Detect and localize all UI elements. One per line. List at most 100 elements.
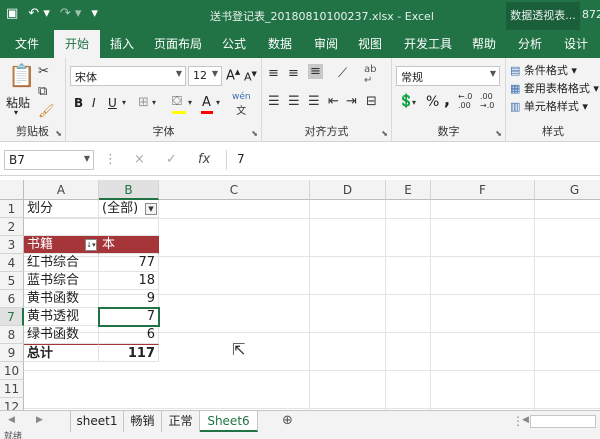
pivot-filter-label[interactable]: 划分 <box>24 200 99 218</box>
pivot-item-value[interactable]: 9 <box>99 290 159 308</box>
format-as-table-button[interactable]: ▦ 套用表格格式 ▾ <box>510 80 599 96</box>
percent-button[interactable]: % <box>426 94 439 110</box>
row-header-11[interactable]: 11 <box>0 380 24 398</box>
copy-icon[interactable]: ⧉ <box>38 84 47 99</box>
phonetic-button[interactable]: wén 文 <box>232 92 251 117</box>
font-size-combo[interactable]: 12 ▼ <box>188 66 222 86</box>
row-header-5[interactable]: 5 <box>0 272 24 290</box>
column-header-a[interactable]: A <box>24 180 99 200</box>
cancel-icon[interactable]: × <box>134 152 145 167</box>
underline-dropdown-icon[interactable]: ▾ <box>122 98 126 107</box>
select-all-corner[interactable] <box>0 180 24 200</box>
tab-developer[interactable]: 开发工具 <box>396 30 460 58</box>
alignment-launcher-icon[interactable]: ⬊ <box>381 129 388 138</box>
font-color-dropdown-icon[interactable]: ▾ <box>216 98 220 107</box>
column-header-d[interactable]: D <box>310 180 386 200</box>
tab-file[interactable]: 文件 <box>2 30 52 58</box>
redo-icon[interactable]: ↷ ▾ <box>60 6 82 21</box>
align-top-icon[interactable]: ≡ <box>268 66 279 81</box>
underline-button[interactable]: U <box>108 96 117 110</box>
customize-qat-icon[interactable]: ▾ <box>91 6 98 21</box>
tab-design[interactable]: 设计 <box>556 30 596 58</box>
fill-dropdown-icon[interactable]: ▾ <box>188 98 192 107</box>
pivot-item-value[interactable]: 18 <box>99 272 159 290</box>
italic-button[interactable]: I <box>92 96 96 110</box>
decrease-indent-icon[interactable]: ⇤ <box>328 94 339 109</box>
pivot-total-label[interactable]: 总计 <box>24 344 99 362</box>
cell-styles-button[interactable]: ▥ 单元格样式 ▾ <box>510 98 588 114</box>
pivot-item-label[interactable]: 绿书函数 <box>24 326 99 344</box>
paste-dropdown-icon[interactable]: ▾ <box>14 108 18 117</box>
column-header-e[interactable]: E <box>386 180 431 200</box>
sheet-tab-sheet6[interactable]: Sheet6 <box>200 411 258 432</box>
border-dropdown-icon[interactable]: ▾ <box>152 98 156 107</box>
scroll-left-icon[interactable]: ◀ <box>8 415 15 425</box>
column-c-area[interactable] <box>159 200 310 410</box>
number-launcher-icon[interactable]: ⬊ <box>495 129 502 138</box>
font-color-button[interactable]: A <box>202 95 211 110</box>
name-box[interactable]: B7 ▼ <box>4 150 94 170</box>
row-header-7[interactable]: 7 <box>0 308 24 326</box>
font-launcher-icon[interactable]: ⬊ <box>251 129 258 138</box>
align-bottom-icon[interactable]: ≡ <box>308 64 323 79</box>
tab-data[interactable]: 数据 <box>260 30 300 58</box>
context-tab-pivot[interactable]: 数据透视表... <box>506 2 580 30</box>
tab-analyze[interactable]: 分析 <box>508 30 552 58</box>
add-sheet-icon[interactable]: ⊕ <box>282 413 293 428</box>
tab-home[interactable]: 开始 <box>54 30 100 59</box>
format-painter-icon[interactable]: 🖌 <box>38 104 55 119</box>
row-header-6[interactable]: 6 <box>0 290 24 308</box>
pivot-item-value[interactable]: 6 <box>99 326 159 344</box>
hscroll-left-icon[interactable]: ◀ <box>522 415 529 425</box>
wrap-text-icon[interactable]: ab ↵ <box>364 64 376 86</box>
pivot-item-label[interactable]: 黄书函数 <box>24 290 99 308</box>
align-right-icon[interactable]: ☰ <box>308 94 320 109</box>
row-label-filter-icon[interactable]: ↓▾ <box>85 239 97 251</box>
increase-decimal-icon[interactable]: ←.0.00 <box>458 92 472 110</box>
row-header-1[interactable]: 1 <box>0 200 24 218</box>
pivot-value-header[interactable]: 本 <box>99 236 159 254</box>
merge-center-icon[interactable]: ⊟ <box>366 94 377 109</box>
column-header-f[interactable]: F <box>431 180 535 200</box>
font-name-combo[interactable]: 宋体 ▼ <box>70 66 186 86</box>
horizontal-scrollbar[interactable] <box>530 415 596 428</box>
tab-help[interactable]: 帮助 <box>464 30 504 58</box>
tab-review[interactable]: 审阅 <box>306 30 346 58</box>
pivot-item-value[interactable]: 77 <box>99 254 159 272</box>
fill-color-icon[interactable]: ⛋ <box>172 94 182 109</box>
sheet-tab-normal[interactable]: 正常 <box>162 411 200 432</box>
bold-button[interactable]: B <box>74 96 83 110</box>
insert-function-icon[interactable]: fx <box>198 152 210 167</box>
scroll-right-icon[interactable]: ▶ <box>36 415 43 425</box>
orientation-icon[interactable]: ⟋ <box>338 66 347 81</box>
row-header-12[interactable]: 12 <box>0 398 24 410</box>
cut-icon[interactable]: ✂ <box>38 64 49 79</box>
sheet-tab-bestseller[interactable]: 畅销 <box>124 411 162 432</box>
paste-icon[interactable]: 📋 <box>8 64 35 89</box>
number-format-combo[interactable]: 常规 ▼ <box>396 66 500 86</box>
pivot-total-value[interactable]: 117 <box>99 344 159 362</box>
increase-indent-icon[interactable]: ⇥ <box>346 94 357 109</box>
grow-font-button[interactable]: A▲ <box>226 68 240 83</box>
decrease-decimal-icon[interactable]: .00 →.0 <box>480 92 494 110</box>
align-middle-icon[interactable]: ≡ <box>288 66 299 81</box>
column-f-area[interactable] <box>431 200 535 410</box>
row-header-10[interactable]: 10 <box>0 362 24 380</box>
row-header-8[interactable]: 8 <box>0 326 24 344</box>
pivot-item-label[interactable]: 黄书透视 <box>24 308 99 326</box>
tab-insert[interactable]: 插入 <box>102 30 142 58</box>
tab-page-layout[interactable]: 页面布局 <box>146 30 210 58</box>
formula-input[interactable]: 7 <box>226 150 596 170</box>
undo-icon[interactable]: ↶ ▾ <box>28 6 50 21</box>
column-g-area[interactable] <box>535 200 600 410</box>
conditional-format-button[interactable]: ▤ 条件格式 ▾ <box>510 62 577 78</box>
column-header-c[interactable]: C <box>159 180 310 200</box>
border-icon[interactable]: ⊞ <box>138 95 149 110</box>
cell-a2[interactable] <box>24 218 99 236</box>
sheet-tab-sheet1[interactable]: sheet1 <box>70 411 124 432</box>
tab-formulas[interactable]: 公式 <box>214 30 254 58</box>
row-header-3[interactable]: 3 <box>0 236 24 254</box>
row-header-9[interactable]: 9 <box>0 344 24 362</box>
currency-dropdown-icon[interactable]: ▾ <box>412 98 416 107</box>
column-header-g[interactable]: G <box>535 180 600 200</box>
